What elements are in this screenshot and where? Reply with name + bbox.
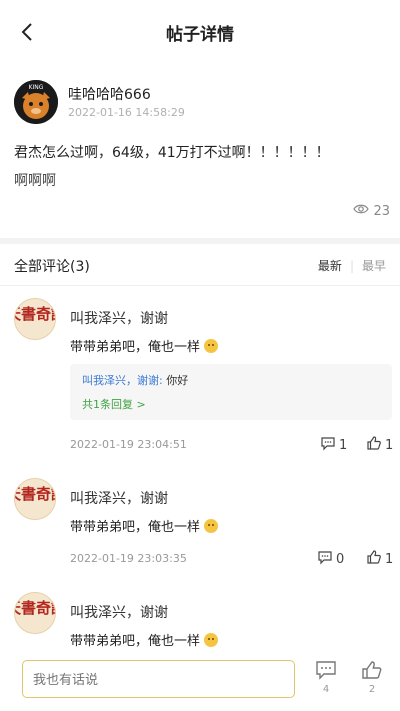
like-button[interactable]: 1 (366, 435, 393, 455)
commenter-avatar[interactable]: 天書奇譚 (14, 592, 56, 634)
sort-toggle: 最新 | 最早 (318, 257, 386, 274)
comment-timestamp: 2022-01-19 23:04:51 (70, 438, 187, 451)
comment-item: 天書奇譚 叫我泽兴，谢谢 带带弟弟吧，俺也一样 叫我泽兴，谢谢: 你好 共1条回… (0, 298, 400, 458)
top-nav-bar: 帖子详情 (0, 0, 400, 64)
comment-item: 天書奇譚 叫我泽兴，谢谢 带带弟弟吧，俺也一样 (0, 592, 400, 652)
chat-bubble-icon (320, 435, 336, 455)
reply-line: 叫我泽兴，谢谢: 你好 (82, 372, 380, 388)
sad-face-emoji-icon (204, 632, 219, 647)
comment-text-value: 带带弟弟吧，俺也一样 (70, 634, 201, 649)
page-title: 帖子详情 (166, 25, 234, 45)
view-count: 23 (353, 203, 390, 219)
reply-preview-box[interactable]: 叫我泽兴，谢谢: 你好 共1条回复 > (70, 364, 392, 420)
view-count-value: 23 (373, 203, 390, 219)
comment-text: 带带弟弟吧，俺也一样 (70, 630, 219, 649)
avatar-seal-text: 天書奇譚 (15, 599, 56, 617)
sort-latest-tab[interactable]: 最新 (318, 257, 342, 274)
commenter-name[interactable]: 叫我泽兴，谢谢 (70, 488, 168, 508)
sort-earliest-tab[interactable]: 最早 (362, 257, 386, 274)
reply-count-button[interactable]: 1 (320, 435, 347, 455)
reply-count-button[interactable]: 0 (317, 549, 344, 569)
avatar-logo-text: KING (29, 84, 44, 91)
bottom-comment-bar: 4 2 (0, 652, 400, 711)
author-avatar[interactable]: KING (14, 80, 58, 124)
likes-total-count: 2 (368, 684, 376, 695)
comment-timestamp: 2022-01-19 23:03:35 (70, 552, 187, 565)
post-body-line2: 啊啊啊 (14, 173, 56, 189)
sad-face-emoji-icon (204, 338, 219, 353)
chat-bubble-icon (317, 549, 333, 569)
thumbs-up-icon (366, 435, 382, 455)
comment-item: 天書奇譚 叫我泽兴，谢谢 带带弟弟吧，俺也一样 2022-01-19 23:03… (0, 478, 400, 578)
eye-icon (353, 203, 370, 219)
sad-face-emoji-icon (204, 518, 219, 533)
post-author-name[interactable]: 哇哈哈哈666 (68, 84, 151, 104)
commenter-name[interactable]: 叫我泽兴，谢谢 (70, 308, 168, 328)
like-button[interactable]: 1 (366, 549, 393, 569)
avatar-seal-text: 天書奇譚 (15, 305, 56, 323)
comment-text: 带带弟弟吧，俺也一样 (70, 336, 219, 355)
comments-icon[interactable] (312, 660, 340, 684)
like-count: 1 (385, 551, 394, 567)
like-post-icon[interactable] (358, 660, 386, 684)
comments-header: 全部评论(3) 最新 | 最早 (0, 244, 400, 286)
reply-author[interactable]: 叫我泽兴，谢谢: (82, 374, 163, 387)
commenter-avatar[interactable]: 天書奇譚 (14, 478, 56, 520)
commenter-avatar[interactable]: 天書奇譚 (14, 298, 56, 340)
commenter-name[interactable]: 叫我泽兴，谢谢 (70, 602, 168, 622)
comment-text: 带带弟弟吧，俺也一样 (70, 516, 219, 535)
sort-separator: | (349, 258, 354, 273)
reply-count: 1 (339, 437, 348, 453)
like-count: 1 (385, 437, 394, 453)
post-body-line1: 君杰怎么过啊，64级，41万打不过啊！！！！！！ (14, 145, 330, 161)
reply-count: 0 (336, 551, 345, 567)
view-replies-link[interactable]: 共1条回复 > (82, 396, 380, 412)
comments-total-count: 4 (322, 684, 330, 695)
comment-text-value: 带带弟弟吧，俺也一样 (70, 520, 201, 535)
comment-input[interactable] (22, 660, 295, 698)
thumbs-up-icon (366, 549, 382, 569)
reply-text: 你好 (166, 374, 189, 387)
comment-text-value: 带带弟弟吧，俺也一样 (70, 340, 201, 355)
avatar-seal-text: 天書奇譚 (15, 485, 56, 503)
post-timestamp: 2022-01-16 14:58:29 (68, 106, 185, 119)
header-divider (0, 285, 400, 286)
comments-title: 全部评论(3) (14, 259, 90, 275)
